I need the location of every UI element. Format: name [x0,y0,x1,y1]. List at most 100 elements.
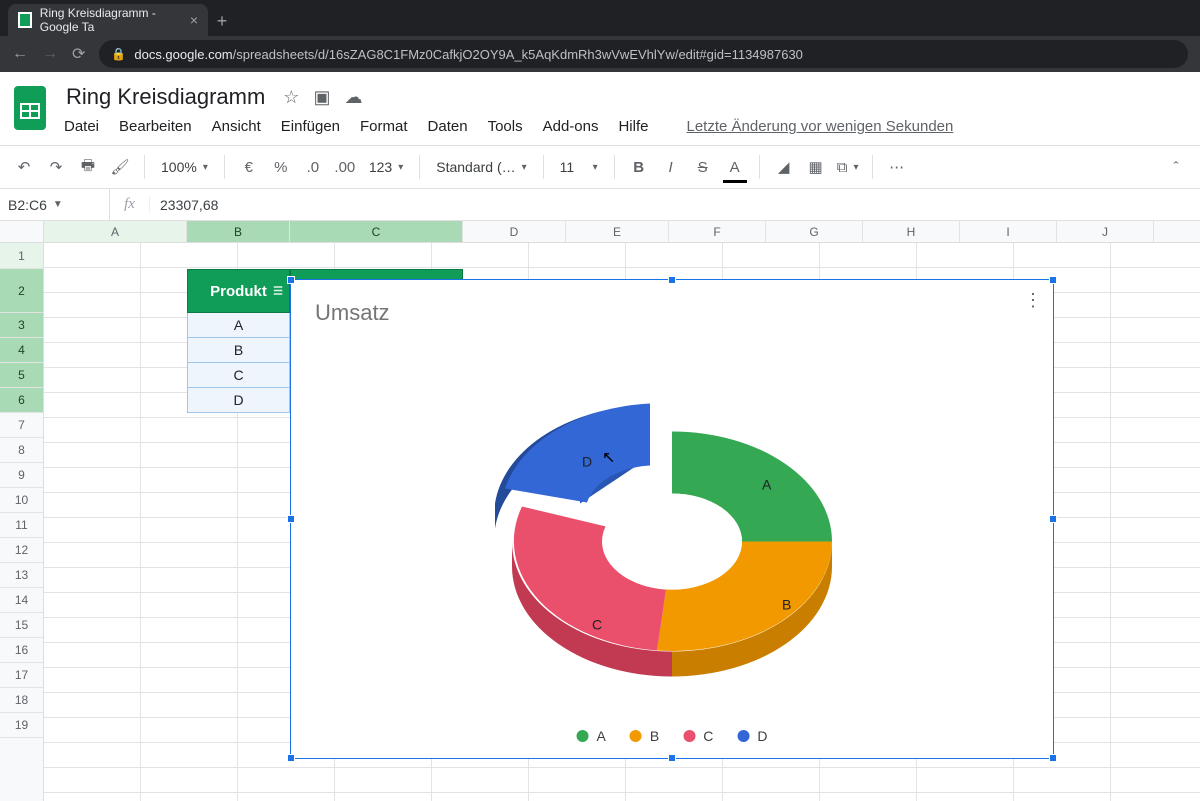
font-size-dropdown[interactable]: 11 [554,153,604,181]
name-box-dropdown-icon[interactable]: ▼ [53,199,63,210]
row-header[interactable]: 14 [0,588,43,613]
table-cell[interactable]: A [187,313,290,338]
row-header[interactable]: 5 [0,363,43,388]
resize-handle[interactable] [287,754,295,762]
row-header[interactable]: 9 [0,463,43,488]
legend-item[interactable]: C [683,728,713,744]
redo-icon[interactable]: ↷ [42,153,70,181]
resize-handle[interactable] [1049,276,1057,284]
menu-edit[interactable]: Bearbeiten [119,118,192,135]
column-header[interactable]: H [863,221,960,242]
row-header[interactable]: 12 [0,538,43,563]
menu-help[interactable]: Hilfe [618,118,648,135]
strikethrough-icon[interactable]: S [689,153,717,181]
more-icon[interactable]: ⋯ [883,153,911,181]
merge-cells-icon[interactable]: ⧉ [834,153,862,181]
row-header[interactable]: 1 [0,243,43,269]
new-tab-button[interactable]: + [208,11,236,36]
fill-color-icon[interactable]: ◢ [770,153,798,181]
select-all-corner[interactable] [0,221,44,243]
legend-swatch [737,730,749,742]
row-header[interactable]: 18 [0,688,43,713]
formula-bar-row: B2:C6 ▼ fx 23307,68 [0,189,1200,221]
zoom-dropdown[interactable]: 100% [155,153,214,181]
resize-handle[interactable] [287,276,295,284]
resize-handle[interactable] [287,515,295,523]
resize-handle[interactable] [1049,754,1057,762]
borders-icon[interactable]: ▦ [802,153,830,181]
number-format-dropdown[interactable]: 123 [363,153,409,181]
column-header[interactable]: C [290,221,463,242]
resize-handle[interactable] [668,276,676,284]
menu-insert[interactable]: Einfügen [281,118,340,135]
bold-icon[interactable]: B [625,153,653,181]
column-header[interactable]: A [44,221,187,242]
undo-icon[interactable]: ↶ [10,153,38,181]
last-edit-link[interactable]: Letzte Änderung vor wenigen Sekunden [686,118,953,135]
legend-item[interactable]: D [737,728,767,744]
column-header[interactable]: I [960,221,1057,242]
chart-object[interactable]: Umsatz ⋮ [290,279,1054,759]
font-family-dropdown[interactable]: Standard (… [430,153,532,181]
row-header[interactable]: 16 [0,638,43,663]
row-header[interactable]: 6 [0,388,43,413]
row-header[interactable]: 15 [0,613,43,638]
menu-file[interactable]: Datei [64,118,99,135]
collapse-toolbar-icon[interactable]: ˆ [1162,153,1190,181]
row-header[interactable]: 11 [0,513,43,538]
active-tab[interactable]: Ring Kreisdiagramm - Google Ta × [8,4,208,36]
menu-data[interactable]: Daten [428,118,468,135]
column-header[interactable]: G [766,221,863,242]
increase-decimal-icon[interactable]: .00 [331,153,359,181]
spreadsheet-grid[interactable]: ABCDEFGHIJ 12345678910111213141516171819… [0,221,1200,801]
menu-view[interactable]: Ansicht [212,118,261,135]
table-cell[interactable]: C [187,363,290,388]
table-cell[interactable]: D [187,388,290,413]
forward-icon[interactable]: → [42,45,58,63]
resize-handle[interactable] [1049,515,1057,523]
back-icon[interactable]: ← [12,45,28,63]
legend-item[interactable]: B [630,728,659,744]
menu-addons[interactable]: Add-ons [543,118,599,135]
legend-item[interactable]: A [577,728,606,744]
currency-icon[interactable]: € [235,153,263,181]
address-bar[interactable]: 🔒 docs.google.com/spreadsheets/d/16sZAG8… [99,40,1188,68]
percent-icon[interactable]: % [267,153,295,181]
donut-chart[interactable]: A B C D ↖ [462,372,882,705]
column-header[interactable]: D [463,221,566,242]
row-header[interactable]: 13 [0,563,43,588]
row-header[interactable]: 4 [0,338,43,363]
column-header[interactable]: B [187,221,290,242]
decrease-decimal-icon[interactable]: .0 [299,153,327,181]
cells-area[interactable]: Produkt☰ Umsatz A B C D Umsatz ⋮ [44,243,1200,801]
close-tab-icon[interactable]: × [190,12,198,28]
text-color-icon[interactable]: A [721,153,749,181]
table-cell[interactable]: B [187,338,290,363]
document-title[interactable]: Ring Kreisdiagramm [62,82,269,112]
formula-input[interactable]: 23307,68 [150,197,1200,213]
filter-icon[interactable]: ☰ [273,285,283,298]
menu-tools[interactable]: Tools [488,118,523,135]
column-header[interactable]: E [566,221,669,242]
column-header[interactable]: F [669,221,766,242]
row-header[interactable]: 3 [0,313,43,338]
row-header[interactable]: 19 [0,713,43,738]
name-box[interactable]: B2:C6 ▼ [0,189,110,220]
row-header[interactable]: 2 [0,269,43,313]
row-header[interactable]: 17 [0,663,43,688]
column-header[interactable]: J [1057,221,1154,242]
row-header[interactable]: 7 [0,413,43,438]
menu-format[interactable]: Format [360,118,408,135]
cloud-status-icon[interactable]: ☁ [344,87,362,108]
print-icon[interactable]: 🖶 [74,153,102,181]
italic-icon[interactable]: I [657,153,685,181]
row-header[interactable]: 10 [0,488,43,513]
chart-menu-icon[interactable]: ⋮ [1024,290,1041,311]
resize-handle[interactable] [668,754,676,762]
row-header[interactable]: 8 [0,438,43,463]
reload-icon[interactable]: ⟳ [72,44,85,64]
move-icon[interactable]: ▣ [313,87,330,108]
table-header-produkt[interactable]: Produkt☰ [187,269,290,313]
paint-format-icon[interactable]: 🖌 [106,153,134,181]
star-icon[interactable]: ☆ [283,87,299,108]
